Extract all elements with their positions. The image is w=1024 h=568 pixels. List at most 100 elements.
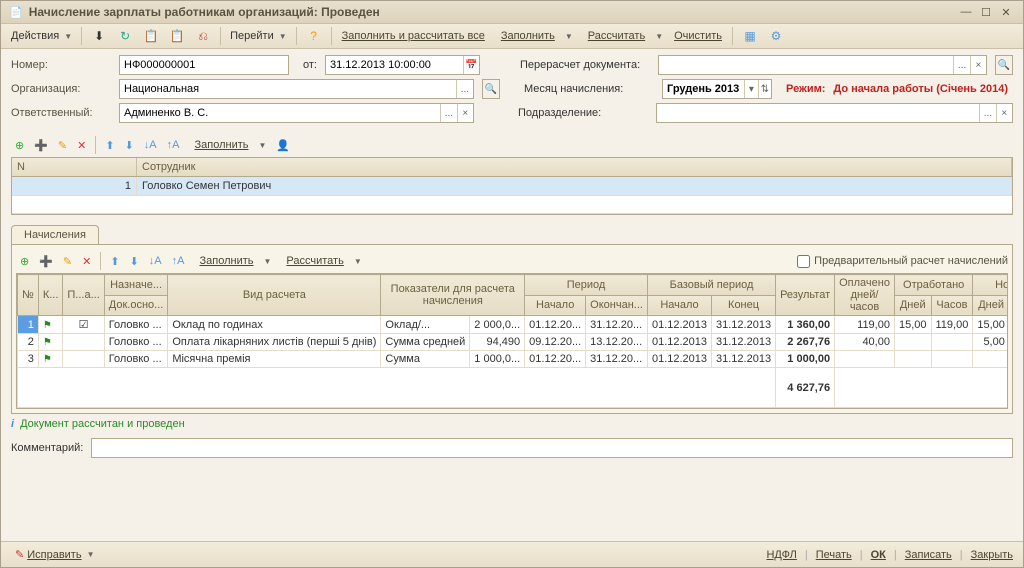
col-whours[interactable]: Часов — [931, 295, 973, 316]
col-pstart[interactable]: Начало — [525, 295, 586, 316]
acc-sort-asc-icon[interactable]: ↓A — [145, 253, 166, 269]
col-indicators[interactable]: Показатели для расчета начисления — [381, 275, 525, 316]
doc-icon: 📄 — [9, 6, 23, 19]
col-norm[interactable]: Норма — [973, 275, 1008, 296]
calendar-icon[interactable]: 📅 — [463, 56, 479, 74]
delete-icon[interactable]: ✕ — [73, 137, 90, 154]
accrual-row[interactable]: 2 ⚑ Головко ... Оплата лікарняних листів… — [18, 334, 1009, 351]
print-link[interactable]: Печать — [816, 549, 852, 561]
total-result: 4 627,76 — [776, 368, 835, 408]
goto-menu[interactable]: Перейти▼ — [226, 28, 291, 44]
comment-input[interactable] — [91, 438, 1013, 458]
help-icon[interactable]: ? — [302, 26, 326, 46]
fill-calculate-all-link[interactable]: Заполнить и рассчитать все — [337, 28, 490, 44]
month-input[interactable] — [663, 83, 744, 95]
col-wdays[interactable]: Дней — [894, 295, 931, 316]
division-input[interactable] — [657, 107, 979, 119]
col-p[interactable]: П...а... — [63, 275, 104, 316]
col-base-period[interactable]: Базовый период — [647, 275, 775, 296]
close-link[interactable]: Закрыть — [971, 549, 1013, 561]
tab-accruals[interactable]: Начисления — [11, 225, 99, 244]
save-link[interactable]: Записать — [905, 549, 952, 561]
month-dropdown-icon[interactable]: ▾ — [744, 80, 757, 98]
resp-input[interactable] — [120, 107, 440, 119]
record-icon[interactable]: 📋 — [165, 26, 189, 46]
col-n[interactable]: N — [12, 158, 137, 176]
preview-checkbox[interactable]: Предварительный расчет начислений — [797, 255, 1008, 268]
accrual-row[interactable]: 3 ⚑ Головко ... Місячна премія Сумма 1 0… — [18, 351, 1009, 368]
insert-icon[interactable]: ➕ — [30, 137, 52, 154]
copy-icon[interactable]: 📋 — [139, 26, 163, 46]
acc-down-icon[interactable]: ⬇ — [126, 253, 143, 270]
form-header: Номер: от: 📅 Перерасчет документа: ... ×… — [1, 49, 1023, 129]
up-icon[interactable]: ⬆ — [101, 137, 118, 154]
date-input[interactable] — [326, 59, 463, 71]
maximize-button[interactable]: ☐ — [977, 4, 995, 20]
col-paid[interactable]: Оплачено дней/часов — [835, 275, 895, 316]
clear-link[interactable]: Очистить — [669, 28, 727, 44]
sort-asc-icon[interactable]: ↓A — [140, 137, 161, 153]
user-icon[interactable]: 👤 — [272, 137, 294, 154]
settings-icon[interactable]: ⚙ — [764, 26, 788, 46]
recalc-clear-icon[interactable]: × — [970, 56, 986, 74]
acc-fill-menu[interactable]: Заполнить▼ — [190, 251, 275, 271]
sort-desc-icon[interactable]: ↑A — [163, 137, 184, 153]
col-period[interactable]: Период — [525, 275, 648, 296]
org-input[interactable] — [120, 83, 456, 95]
post-icon[interactable]: ⬇ — [87, 26, 111, 46]
structure-icon[interactable]: ⎌ — [191, 26, 215, 46]
org-input-group: ... — [119, 79, 474, 99]
employee-empty-row[interactable] — [12, 196, 1012, 214]
ok-button[interactable]: ОК — [871, 549, 886, 561]
acc-add-icon[interactable]: ⊕ — [16, 253, 33, 270]
recalc-select-icon[interactable]: ... — [953, 56, 969, 74]
acc-insert-icon[interactable]: ➕ — [35, 253, 57, 270]
grid-icon[interactable]: ▦ — [738, 26, 762, 46]
col-result[interactable]: Результат — [776, 275, 835, 316]
col-bstart[interactable]: Начало — [647, 295, 711, 316]
col-pend[interactable]: Окончан... — [586, 295, 648, 316]
refresh-icon[interactable]: ↻ — [113, 26, 137, 46]
minimize-button[interactable]: — — [957, 4, 975, 20]
acc-edit-icon[interactable]: ✎ — [59, 253, 76, 270]
fill-menu[interactable]: Заполнить▼ — [492, 26, 577, 46]
col-doc-basis[interactable]: Док.осно... — [104, 295, 168, 316]
comment-row: Комментарий: — [1, 434, 1023, 462]
resp-select-icon[interactable]: ... — [440, 104, 456, 122]
acc-up-icon[interactable]: ⬆ — [106, 253, 123, 270]
acc-calc-menu[interactable]: Рассчитать▼ — [277, 251, 365, 271]
accrual-row[interactable]: 1 ⚑ ☑ Головко ... Оклад по годинах Оклад… — [18, 316, 1009, 334]
col-ndays[interactable]: Дней — [973, 295, 1008, 316]
employee-row[interactable]: 1 Головко Семен Петрович — [12, 177, 1012, 196]
recalc-search-icon[interactable]: 🔍 — [995, 55, 1013, 75]
add-icon[interactable]: ⊕ — [11, 137, 28, 154]
col-bend[interactable]: Конец — [712, 295, 776, 316]
number-input-group — [119, 55, 289, 75]
number-input[interactable] — [120, 59, 288, 71]
col-calc-type[interactable]: Вид расчета — [168, 275, 381, 316]
fix-menu[interactable]: ✎ Исправить▼ — [11, 546, 99, 563]
month-spinner-icon[interactable]: ⇅ — [758, 80, 771, 98]
down-icon[interactable]: ⬇ — [121, 137, 138, 154]
preview-checkbox-input[interactable] — [797, 255, 810, 268]
org-search-icon[interactable]: 🔍 — [482, 79, 500, 99]
acc-delete-icon[interactable]: ✕ — [78, 253, 95, 270]
acc-sort-desc-icon[interactable]: ↑A — [168, 253, 189, 269]
recalc-input[interactable] — [659, 59, 953, 71]
status-text: Документ рассчитан и проведен — [20, 418, 185, 430]
col-k[interactable]: К... — [38, 275, 63, 316]
col-assign[interactable]: Назначе... — [104, 275, 168, 296]
division-clear-icon[interactable]: × — [996, 104, 1012, 122]
ndfl-link[interactable]: НДФЛ — [766, 549, 796, 561]
col-employee[interactable]: Сотрудник — [137, 158, 1012, 176]
col-worked[interactable]: Отработано — [894, 275, 972, 296]
division-select-icon[interactable]: ... — [979, 104, 995, 122]
col-no[interactable]: № — [18, 275, 39, 316]
emp-fill-menu[interactable]: Заполнить▼ — [185, 135, 270, 155]
actions-menu[interactable]: Действия▼ — [7, 28, 76, 44]
calculate-menu[interactable]: Рассчитать▼ — [579, 26, 667, 46]
edit-icon[interactable]: ✎ — [54, 137, 71, 154]
resp-clear-icon[interactable]: × — [457, 104, 473, 122]
close-button[interactable]: ✕ — [997, 4, 1015, 20]
org-select-icon[interactable]: ... — [456, 80, 473, 98]
